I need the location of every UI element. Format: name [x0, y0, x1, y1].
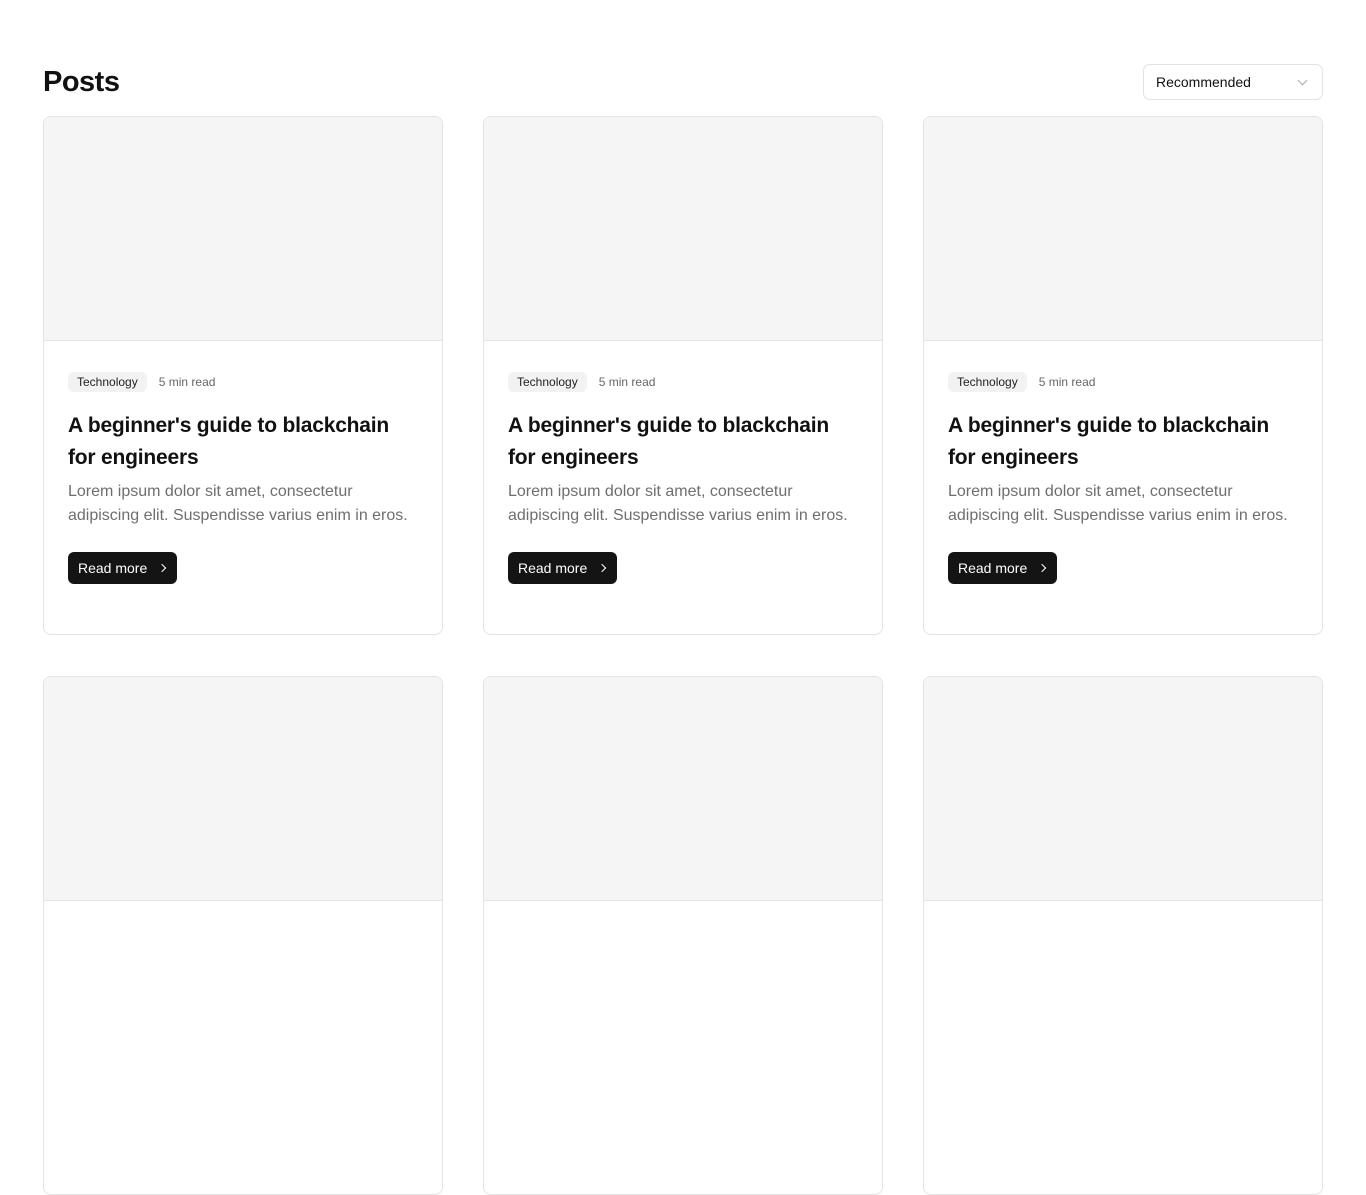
post-card[interactable] — [923, 676, 1323, 1195]
post-image — [924, 677, 1322, 901]
post-description: Lorem ipsum dolor sit amet, consectetur … — [508, 483, 848, 524]
sort-selected-value: Recommended — [1156, 74, 1251, 90]
post-body: Technology 5 min read A beginner's guide… — [484, 341, 882, 584]
sort-select[interactable]: Recommended — [1143, 64, 1323, 100]
post-card[interactable] — [483, 676, 883, 1195]
post-image — [924, 117, 1322, 341]
read-more-button[interactable]: Read more — [68, 552, 178, 584]
read-more-button[interactable]: Read more — [508, 552, 618, 584]
post-title[interactable]: A beginner's guide to blackchain for eng… — [948, 410, 1298, 474]
chevron-down-icon — [1297, 75, 1308, 85]
read-time: 5 min read — [1038, 375, 1096, 389]
post-card[interactable]: Technology 5 min read A beginner's guide… — [43, 116, 443, 635]
read-time: 5 min read — [158, 375, 216, 389]
post-meta: Technology 5 min read — [948, 372, 1298, 392]
post-description: Lorem ipsum dolor sit amet, consectetur … — [948, 483, 1288, 524]
read-more-button[interactable]: Read more — [948, 552, 1058, 584]
chevron-right-icon — [158, 563, 167, 573]
read-more-label: Read more — [518, 560, 588, 576]
read-more-label: Read more — [958, 560, 1028, 576]
posts-grid: Technology 5 min read A beginner's guide… — [43, 116, 1323, 1195]
read-more-label: Read more — [78, 560, 148, 576]
chevron-right-icon — [598, 563, 607, 573]
read-time: 5 min read — [598, 375, 656, 389]
post-title[interactable]: A beginner's guide to blackchain for eng… — [68, 410, 418, 474]
post-card[interactable]: Technology 5 min read A beginner's guide… — [923, 116, 1323, 635]
post-image — [484, 117, 882, 341]
post-image — [44, 117, 442, 341]
category-badge: Technology — [68, 372, 147, 392]
chevron-right-icon — [1038, 563, 1047, 573]
category-badge: Technology — [948, 372, 1027, 392]
page-title: Posts — [43, 66, 120, 98]
post-body: Technology 5 min read A beginner's guide… — [44, 341, 442, 584]
post-card[interactable]: Technology 5 min read A beginner's guide… — [483, 116, 883, 635]
post-meta: Technology 5 min read — [68, 372, 418, 392]
post-image — [484, 677, 882, 901]
category-badge: Technology — [508, 372, 587, 392]
post-meta: Technology 5 min read — [508, 372, 858, 392]
post-image — [44, 677, 442, 901]
post-description: Lorem ipsum dolor sit amet, consectetur … — [68, 483, 408, 524]
post-title[interactable]: A beginner's guide to blackchain for eng… — [508, 410, 858, 474]
post-body: Technology 5 min read A beginner's guide… — [924, 341, 1322, 584]
page-header: Posts Recommended — [43, 64, 1323, 100]
post-card[interactable] — [43, 676, 443, 1195]
